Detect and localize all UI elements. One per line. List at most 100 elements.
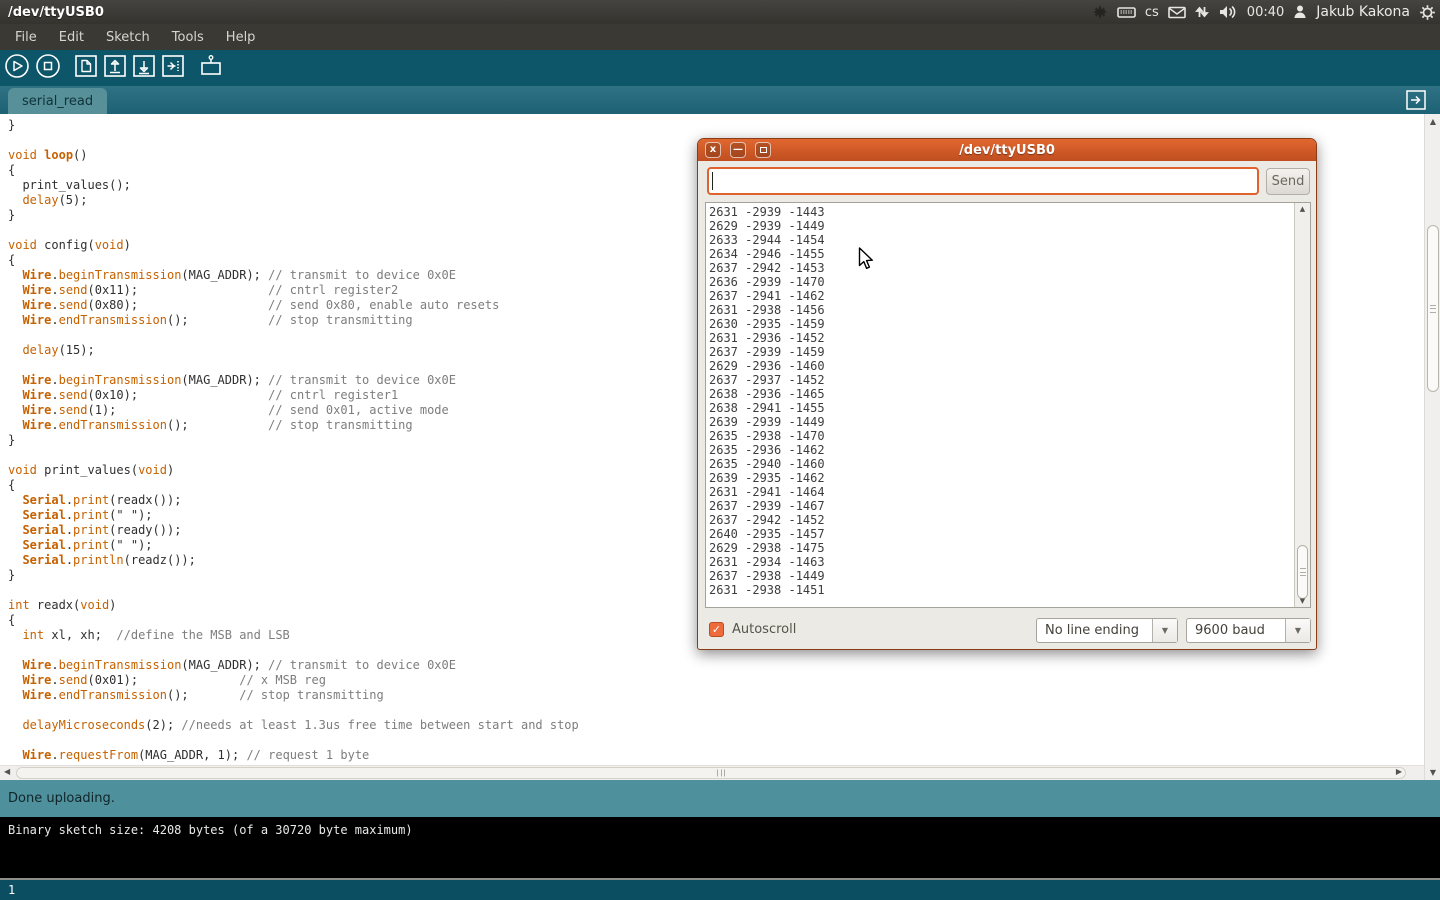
serial-row: 2631 -2939 -1443 (709, 205, 825, 219)
code-line[interactable]: Wire.beginTransmission(MAG_ADDR); // tra… (8, 658, 1424, 673)
scroll-left-icon[interactable]: ◀ (4, 767, 10, 776)
serial-row: 2631 -2938 -1456 (709, 303, 825, 317)
menu-tools[interactable]: Tools (161, 26, 215, 49)
line-indicator: 1 (8, 883, 15, 897)
serial-row: 2639 -2939 -1449 (709, 415, 825, 429)
serial-row: 2637 -2942 -1452 (709, 513, 825, 527)
line-ending-dropdown[interactable]: No line ending ▼ (1036, 618, 1178, 643)
menu-edit[interactable]: Edit (48, 26, 95, 49)
save-icon (132, 54, 156, 82)
serial-rows: 2631 -2939 -14432629 -2939 -14492633 -29… (709, 205, 825, 597)
upload-icon (161, 54, 185, 82)
chevron-down-icon[interactable]: ▼ (1152, 619, 1177, 642)
serial-row: 2638 -2941 -1455 (709, 401, 825, 415)
send-button[interactable]: Send (1266, 168, 1310, 195)
code-line[interactable]: } (8, 118, 1424, 133)
code-line[interactable]: Wire.send(0x01); // x MSB reg (8, 673, 1424, 688)
editor-vertical-scrollbar[interactable]: ▲ ▼ (1424, 114, 1440, 780)
editor-horizontal-scrollbar[interactable]: ◀ ▶ (0, 765, 1424, 780)
serial-row: 2631 -2941 -1464 (709, 485, 825, 499)
volume-icon[interactable] (1218, 4, 1238, 20)
editor-vscroll-thumb[interactable] (1427, 225, 1439, 392)
mouse-cursor (858, 247, 876, 275)
scroll-up-icon[interactable]: ▲ (1425, 117, 1440, 126)
serial-row: 2635 -2940 -1460 (709, 457, 825, 471)
code-line[interactable] (8, 703, 1424, 718)
baud-rate-value: 9600 baud (1187, 619, 1285, 642)
console-output: Binary sketch size: 4208 bytes (of a 307… (8, 823, 413, 837)
serial-row: 2635 -2938 -1470 (709, 429, 825, 443)
serial-row: 2638 -2936 -1465 (709, 387, 825, 401)
serial-row: 2631 -2936 -1452 (709, 331, 825, 345)
serial-row: 2637 -2941 -1462 (709, 289, 825, 303)
serial-row: 2629 -2939 -1449 (709, 219, 825, 233)
autoscroll-label[interactable]: Autoscroll (732, 622, 796, 637)
serial-scroll-down-icon[interactable]: ▼ (1295, 597, 1310, 605)
stop-button[interactable] (35, 53, 61, 83)
scroll-down-icon[interactable]: ▼ (1425, 768, 1440, 777)
keyboard-layout-label[interactable]: cs (1145, 5, 1159, 20)
baud-rate-dropdown[interactable]: 9600 baud ▼ (1186, 618, 1311, 643)
verify-button[interactable] (4, 53, 30, 83)
serial-monitor-controls: ✓ Autoscroll No line ending ▼ 9600 baud … (698, 613, 1316, 651)
window-title: /dev/ttyUSB0 (0, 5, 104, 20)
new-sketch-icon (74, 54, 98, 82)
serial-row: 2640 -2935 -1457 (709, 527, 825, 541)
close-icon[interactable]: x (705, 142, 721, 158)
status-bar: Done uploading. (0, 780, 1440, 817)
serial-row: 2634 -2946 -1455 (709, 247, 825, 261)
scroll-right-icon[interactable]: ▶ (1396, 767, 1402, 776)
code-line[interactable]: Wire.requestFrom(MAG_ADDR, 1); // reques… (8, 748, 1424, 763)
serial-output-area[interactable]: 2631 -2939 -14432629 -2939 -14492633 -29… (705, 202, 1311, 608)
code-line[interactable]: Wire.endTransmission(); // stop transmit… (8, 688, 1424, 703)
serial-row: 2629 -2936 -1460 (709, 359, 825, 373)
minimize-icon[interactable]: — (730, 142, 746, 158)
status-message: Done uploading. (8, 791, 115, 806)
serial-monitor-titlebar[interactable]: /dev/ttyUSB0 x — (698, 139, 1316, 161)
code-line[interactable] (8, 733, 1424, 748)
serial-row: 2631 -2934 -1463 (709, 555, 825, 569)
tab-serial-read[interactable]: serial_read (8, 88, 107, 114)
save-button[interactable] (132, 54, 156, 82)
keyboard-icon[interactable] (1117, 4, 1136, 20)
editor-hscroll-thumb[interactable] (16, 767, 1406, 779)
user-name[interactable]: Jakub Kakona (1316, 4, 1410, 20)
mail-icon[interactable] (1168, 4, 1186, 20)
open-icon (103, 54, 127, 82)
user-icon (1293, 4, 1307, 20)
new-sketch-button[interactable] (74, 54, 98, 82)
serial-monitor-button[interactable] (198, 53, 224, 83)
open-button[interactable] (103, 54, 127, 82)
maximize-icon[interactable] (755, 142, 771, 158)
upload-button[interactable] (161, 54, 185, 82)
session-gear-icon[interactable] (1419, 4, 1436, 21)
desktop-top-bar: /dev/ttyUSB0 cs 00:40 Jakub Kakona (0, 0, 1440, 24)
new-tab-button[interactable] (1405, 89, 1427, 115)
arrow-right-icon (1405, 96, 1427, 115)
serial-monitor-icon (198, 53, 224, 83)
serial-row: 2637 -2939 -1459 (709, 345, 825, 359)
serial-scrollbar[interactable]: ▲ ▼ (1294, 203, 1310, 607)
footer-line-indicator-bar: 1 (0, 878, 1440, 900)
serial-send-input[interactable] (707, 167, 1259, 195)
line-ending-value: No line ending (1037, 619, 1152, 642)
serial-row: 2637 -2942 -1453 (709, 261, 825, 275)
serial-row: 2630 -2935 -1459 (709, 317, 825, 331)
network-arrows-icon[interactable] (1195, 4, 1209, 20)
clock[interactable]: 00:40 (1247, 5, 1284, 20)
menu-help[interactable]: Help (215, 26, 267, 49)
pinwheel-icon[interactable] (1092, 4, 1108, 20)
serial-row: 2639 -2935 -1462 (709, 471, 825, 485)
autoscroll-checkbox[interactable]: ✓ (709, 622, 724, 637)
serial-row: 2637 -2937 -1452 (709, 373, 825, 387)
serial-scroll-thumb[interactable] (1297, 545, 1308, 599)
screen: /dev/ttyUSB0 cs 00:40 Jakub Kakona (0, 0, 1440, 900)
menu-bar: File Edit Sketch Tools Help (0, 24, 1440, 50)
chevron-down-icon[interactable]: ▼ (1285, 619, 1310, 642)
text-caret (712, 172, 713, 190)
serial-scroll-up-icon[interactable]: ▲ (1295, 205, 1310, 213)
code-line[interactable]: delayMicroseconds(2); //needs at least 1… (8, 718, 1424, 733)
ide-toolbar (0, 50, 1440, 86)
menu-file[interactable]: File (4, 26, 48, 49)
menu-sketch[interactable]: Sketch (95, 26, 161, 49)
